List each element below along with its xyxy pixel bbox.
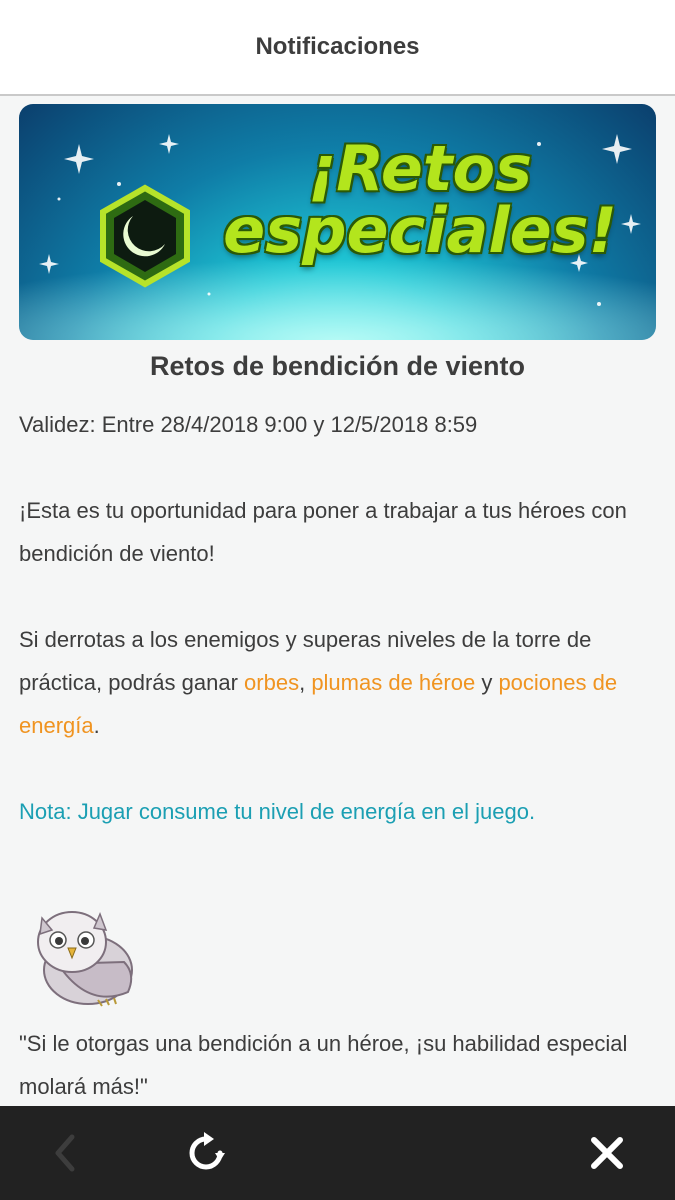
page-title: Notificaciones bbox=[255, 33, 420, 60]
sentence-end: . bbox=[93, 713, 100, 738]
notification-content[interactable]: ¡Retos especiales! Retos de bendición de… bbox=[0, 96, 675, 1106]
banner-line-2: especiales! bbox=[223, 194, 617, 267]
owl-icon bbox=[37, 911, 133, 1007]
refresh-icon bbox=[189, 1132, 225, 1170]
event-banner: ¡Retos especiales! bbox=[19, 104, 656, 340]
owl-quote: "Si le otorgas una bendición a un héroe,… bbox=[19, 1031, 628, 1099]
close-button[interactable] bbox=[582, 1128, 632, 1178]
wind-blessing-icon bbox=[100, 184, 190, 288]
back-button[interactable] bbox=[40, 1128, 90, 1178]
note-text: Nota: Jugar consume tu nivel de energía … bbox=[19, 799, 536, 824]
separator: , bbox=[299, 670, 312, 695]
close-icon bbox=[591, 1137, 623, 1169]
reward-feathers: plumas de héroe bbox=[311, 670, 476, 695]
banner-line-1: ¡Retos bbox=[307, 132, 533, 205]
reward-orbs: orbes bbox=[244, 670, 300, 695]
rewards-text: Si derrotas a los enemigos y superas niv… bbox=[19, 618, 649, 747]
chevron-left-icon bbox=[55, 1134, 75, 1172]
bottom-toolbar bbox=[0, 1106, 675, 1200]
banner-headline: ¡Retos especiales! bbox=[205, 138, 635, 262]
separator: y bbox=[475, 670, 499, 695]
event-title: Retos de bendición de viento bbox=[149, 351, 526, 381]
top-bar: Notificaciones bbox=[0, 0, 675, 96]
validity-text: Validez: Entre 28/4/2018 9:00 y 12/5/201… bbox=[19, 412, 478, 437]
intro-text: ¡Esta es tu oportunidad para poner a tra… bbox=[19, 498, 627, 566]
refresh-button[interactable] bbox=[181, 1128, 231, 1178]
